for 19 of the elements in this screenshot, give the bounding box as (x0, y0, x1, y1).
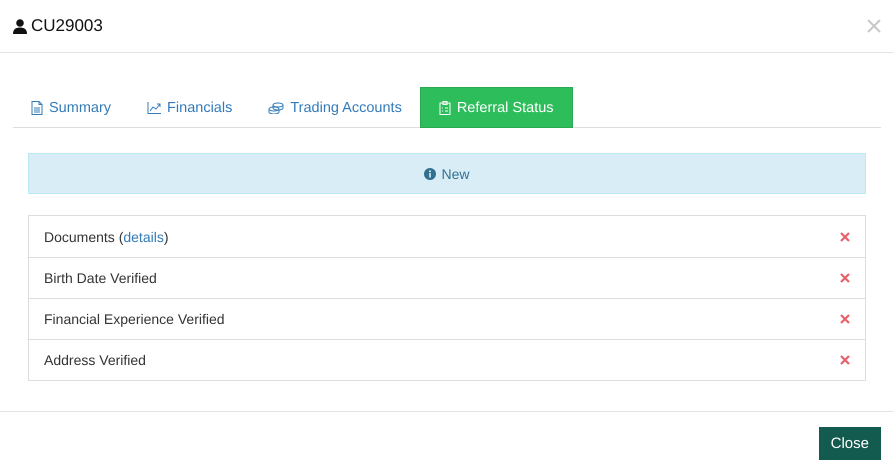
details-link[interactable]: details (123, 228, 164, 244)
check-label: Documents (details) (44, 228, 168, 244)
clipboard-icon (438, 100, 451, 114)
check-label: Financial Experience Verified (44, 311, 225, 327)
close-button[interactable]: Close (818, 427, 881, 460)
close-icon[interactable] (867, 19, 881, 33)
tab[interactable]: Trading Accounts (250, 87, 420, 128)
document-icon (31, 100, 43, 114)
check-label: Birth Date Verified (44, 270, 157, 286)
coins-icon (268, 102, 284, 114)
check-label: Address Verified (44, 352, 146, 368)
chart-icon (147, 102, 162, 114)
status-text: New (441, 166, 470, 182)
user-icon (13, 18, 27, 34)
tab[interactable]: Referral Status (420, 87, 573, 128)
info-icon (424, 168, 436, 180)
window-title: CU29003 (31, 16, 104, 36)
tab[interactable]: Summary (13, 87, 130, 128)
tab[interactable]: Financials (129, 87, 250, 128)
